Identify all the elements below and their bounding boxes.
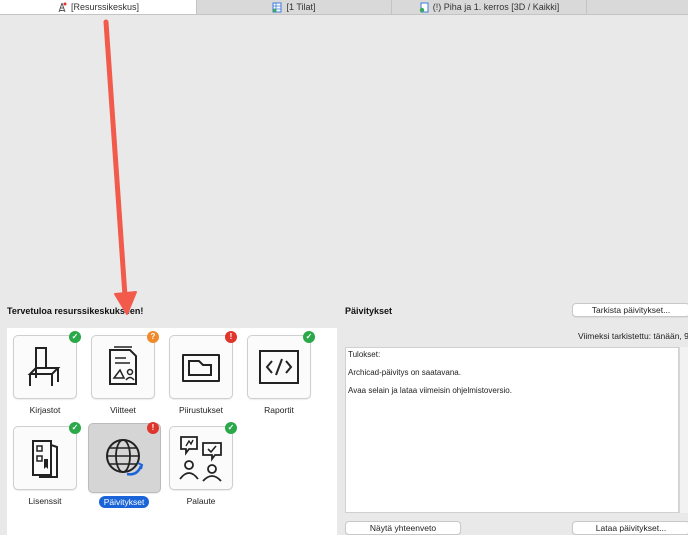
download-updates-button[interactable]: Lataa päivitykset... xyxy=(572,521,688,535)
tile-palaute[interactable]: ✓ Palaute xyxy=(169,422,237,512)
results-text-area: Tulokset: Archicad-päivitys on saatavana… xyxy=(345,347,679,513)
globe-update-icon xyxy=(105,439,143,476)
tile-label: Kirjastot xyxy=(29,405,61,415)
results-heading: Tulokset: xyxy=(348,350,381,359)
tab-3d-view[interactable]: (!) Piha ja 1. kerros [3D / Kaikki] xyxy=(392,0,587,14)
tile-kirjastot[interactable]: ✓ Kirjastot xyxy=(13,331,81,421)
status-error-badge: ! xyxy=(147,422,159,434)
tile-card[interactable] xyxy=(169,335,233,399)
tab-label: [1 Tilat] xyxy=(286,2,316,12)
tile-label: Palaute xyxy=(186,496,216,506)
status-error-badge: ! xyxy=(225,331,237,343)
status-ok-badge: ✓ xyxy=(69,331,81,343)
license-icon xyxy=(32,440,58,478)
resource-center-icon xyxy=(58,2,67,12)
tile-label: Lisenssit xyxy=(28,496,62,506)
tile-viitteet[interactable]: ? Viitteet xyxy=(91,331,159,421)
status-warning-badge: ? xyxy=(147,331,159,343)
document-reference-icon xyxy=(109,346,137,385)
tab-resource-center[interactable]: [Resurssikeskus] xyxy=(0,0,197,14)
tab-label: [Resurssikeskus] xyxy=(70,2,140,12)
tile-paivitykset[interactable]: ! Päivitykset xyxy=(88,422,161,517)
tile-lisenssit[interactable]: ✓ Lisenssit xyxy=(13,422,81,512)
tile-card[interactable] xyxy=(91,335,155,399)
status-ok-badge: ✓ xyxy=(69,422,81,434)
status-ok-badge: ✓ xyxy=(225,422,237,434)
drawings-icon xyxy=(182,354,220,382)
tile-label: Päivitykset xyxy=(84,496,164,508)
feedback-icon xyxy=(179,436,222,482)
tile-card[interactable] xyxy=(169,426,233,490)
3d-view-icon xyxy=(419,2,429,12)
show-summary-button[interactable]: Näytä yhteenveto xyxy=(345,521,461,535)
tile-card[interactable] xyxy=(13,335,77,399)
check-updates-button[interactable]: Tarkista päivitykset... xyxy=(572,303,688,317)
tile-label: Raportit xyxy=(264,405,294,415)
tile-label: Viitteet xyxy=(110,405,136,415)
chair-icon xyxy=(27,347,61,386)
updates-title: Päivitykset xyxy=(345,306,393,316)
tab-floor-plan[interactable]: [1 Tilat] xyxy=(197,0,392,14)
welcome-title: Tervetuloa resurssikeskukseen! xyxy=(7,306,144,316)
code-icon xyxy=(259,350,299,384)
last-checked-text: Viimeksi tarkistettu: tänään, 9.19 xyxy=(578,331,688,341)
results-line: Archicad-päivitys on saatavana. xyxy=(348,368,461,377)
tab-bar: [Resurssikeskus] [1 Tilat] (!) Piha ja 1… xyxy=(0,0,688,15)
results-scrollbar[interactable] xyxy=(679,347,688,513)
tile-label: Piirustukset xyxy=(179,405,223,415)
tab-label: (!) Piha ja 1. kerros [3D / Kaikki] xyxy=(432,2,560,12)
status-ok-badge: ✓ xyxy=(303,331,315,343)
results-line: Avaa selain ja lataa viimeisin ohjelmist… xyxy=(348,386,512,395)
tile-card[interactable] xyxy=(13,426,77,490)
tile-piirustukset[interactable]: ! Piirustukset xyxy=(169,331,237,421)
tile-card[interactable] xyxy=(247,335,311,399)
tile-raportit[interactable]: ✓ Raportit xyxy=(247,331,315,421)
resource-tile-grid: ✓ Kirjastot ? Viitteet ! Piirustukset ✓ … xyxy=(7,328,337,535)
floor-plan-icon xyxy=(272,2,282,12)
